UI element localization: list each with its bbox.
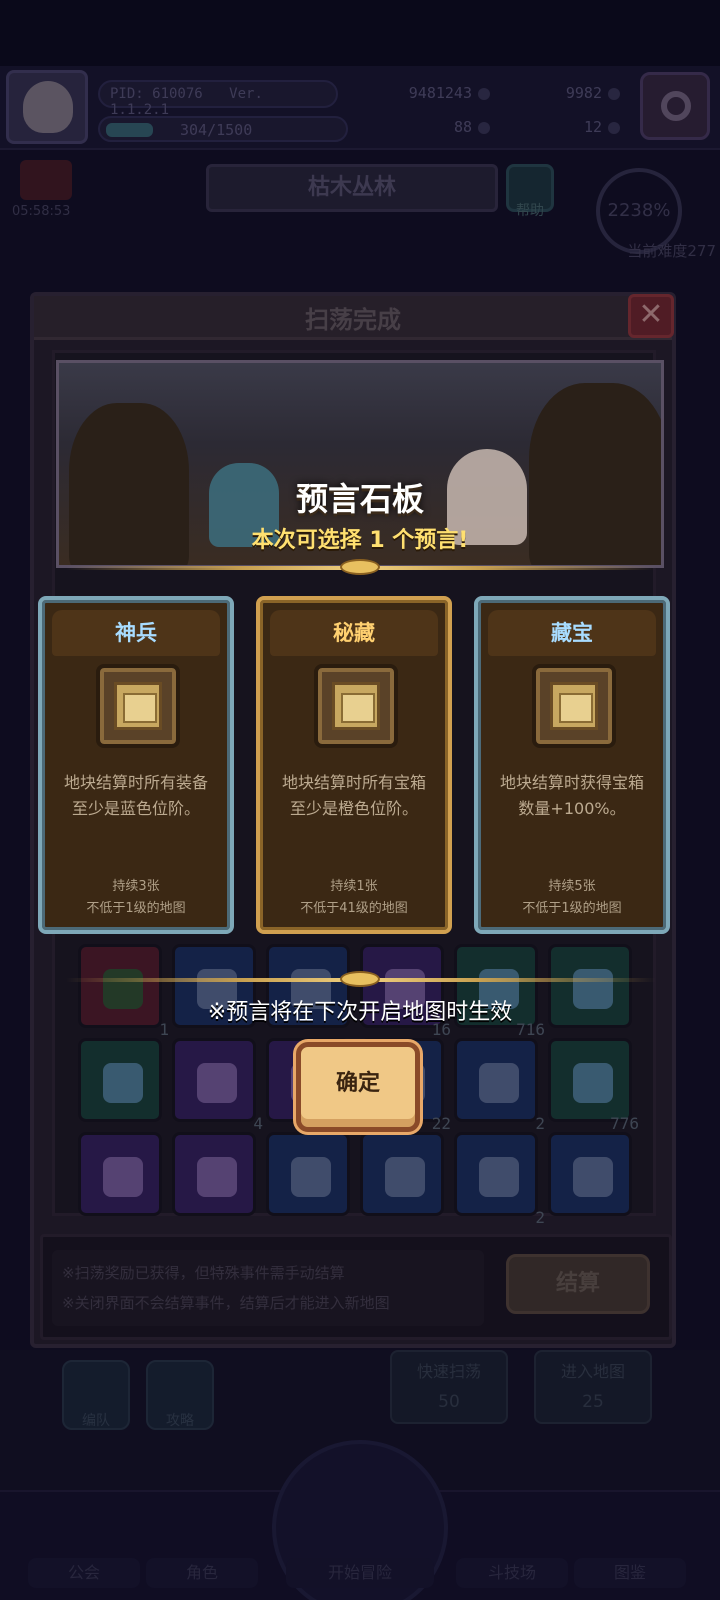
prophecy-subtitle: 本次可选择 1 个预言! <box>251 528 469 553</box>
chest-scroll-icon <box>314 664 398 748</box>
card-duration: 持续1张 <box>330 879 378 894</box>
chest-scroll-icon-inner <box>114 682 162 730</box>
card-desc-line-1: 地块结算时所有宝箱 <box>281 773 426 792</box>
effect-note: ※预言将在下次开启地图时生效 <box>207 1000 513 1025</box>
card-desc-line-2: 至少是橙色位阶。 <box>289 799 418 818</box>
chest-scroll-icon <box>96 664 180 748</box>
divider-ornament-top <box>340 559 380 575</box>
card-duration-info: 持续3张不低于1级的地图 <box>48 876 224 920</box>
card-requirement: 不低于41级的地图 <box>300 901 408 916</box>
card-name: 神兵 <box>52 610 220 656</box>
confirm-button[interactable]: 确定 <box>296 1042 420 1132</box>
divider-ornament-bottom <box>340 971 380 987</box>
chest-scroll-icon-inner <box>550 682 598 730</box>
card-description: 地块结算时所有装备 至少是蓝色位阶。 <box>48 770 224 822</box>
prophecy-card[interactable]: 藏宝地块结算时获得宝箱 数量+100%。持续5张不低于1级的地图 <box>474 596 670 934</box>
chest-scroll-icon <box>532 664 616 748</box>
card-name: 秘藏 <box>270 610 438 656</box>
prophecy-title: 预言石板 <box>295 480 424 518</box>
card-duration-info: 持续5张不低于1级的地图 <box>484 876 660 920</box>
card-name: 藏宝 <box>488 610 656 656</box>
prophecy-card[interactable]: 神兵地块结算时所有装备 至少是蓝色位阶。持续3张不低于1级的地图 <box>38 596 234 934</box>
card-desc-line-1: 地块结算时所有装备 <box>63 773 208 792</box>
card-desc-line-2: 至少是蓝色位阶。 <box>71 799 200 818</box>
card-description: 地块结算时获得宝箱 数量+100%。 <box>484 770 660 822</box>
prophecy-card[interactable]: 秘藏地块结算时所有宝箱 至少是橙色位阶。持续1张不低于41级的地图 <box>256 596 452 934</box>
card-description: 地块结算时所有宝箱 至少是橙色位阶。 <box>266 770 442 822</box>
card-desc-line-2: 数量+100%。 <box>518 799 626 818</box>
card-requirement: 不低于1级的地图 <box>86 901 186 916</box>
card-duration: 持续3张 <box>112 879 160 894</box>
card-desc-line-1: 地块结算时获得宝箱 <box>499 773 644 792</box>
card-requirement: 不低于1级的地图 <box>522 901 622 916</box>
chest-scroll-icon-inner <box>332 682 380 730</box>
card-duration-info: 持续1张不低于41级的地图 <box>266 876 442 920</box>
card-duration: 持续5张 <box>548 879 596 894</box>
